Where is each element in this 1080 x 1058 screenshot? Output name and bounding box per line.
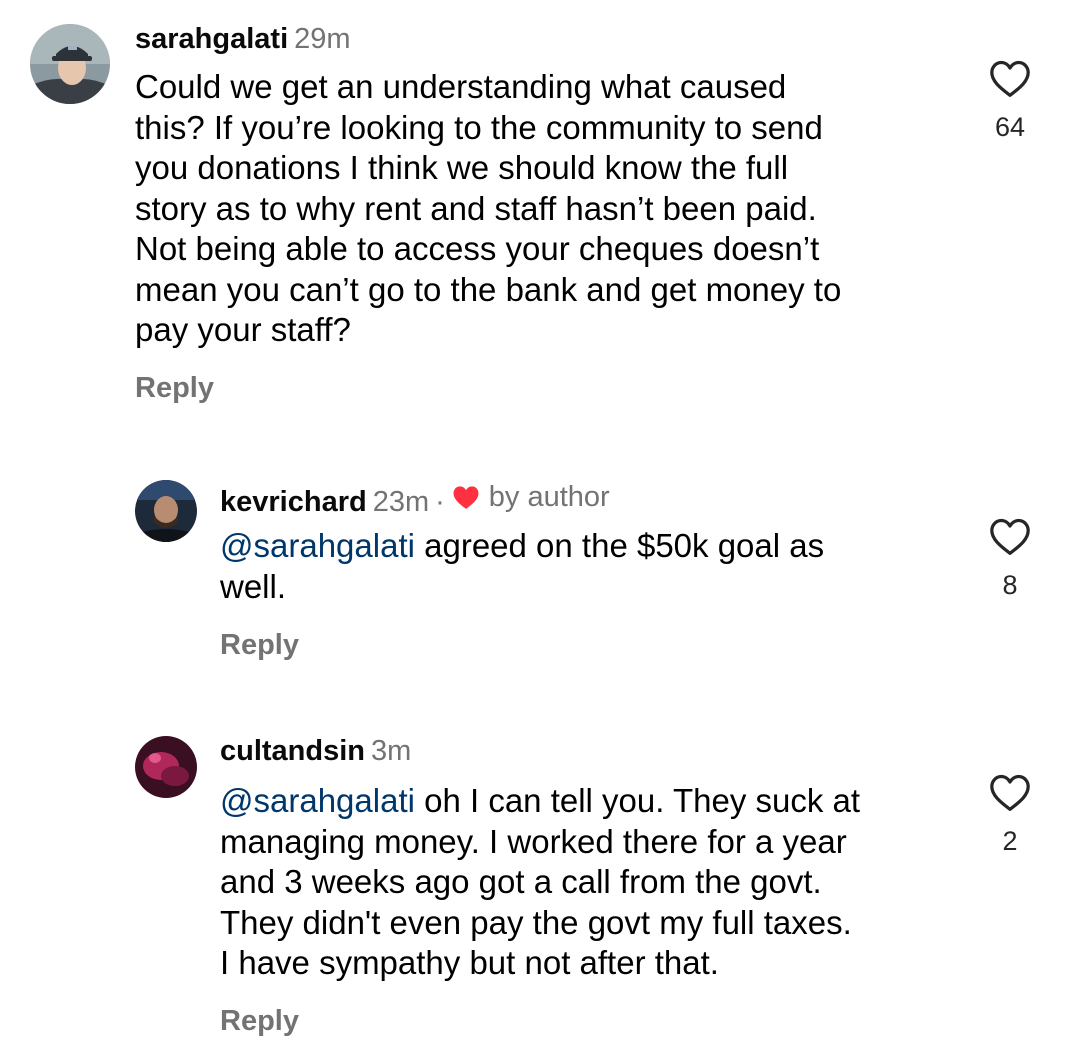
like-count: 64 <box>994 112 1026 142</box>
comment-line: I have sympathy but not after that. <box>220 944 719 981</box>
comment-line: well. <box>220 567 287 605</box>
username[interactable]: kevrichard <box>220 486 367 518</box>
mention-link[interactable]: @sarahgalati <box>220 782 415 819</box>
reply-kevrichard: kevrichard 23m · by author @sarahgalati agr… <box>0 440 1080 680</box>
timestamp: 29m <box>294 23 351 55</box>
reply-button[interactable]: Reply <box>220 628 299 662</box>
comment-line: oh I can tell you. They suck at <box>414 782 861 819</box>
comment-header: cultandsin 3m <box>220 733 411 769</box>
comment-line: agreed on the $50k goal as <box>414 527 825 564</box>
avatar[interactable] <box>30 24 110 104</box>
comment-header: sarahgalati 29m <box>135 21 351 57</box>
comment-text: @sarahgalati oh I can tell you. They suc… <box>220 781 860 984</box>
mention-link[interactable]: @sarahgalati <box>220 527 415 564</box>
like-count: 2 <box>1002 826 1018 856</box>
comment-header: kevrichard 23m · by author <box>220 479 610 520</box>
badge-label: by author <box>488 481 610 513</box>
heart-outline-icon[interactable] <box>988 58 1032 98</box>
reply-cultandsin: cultandsin 3m @sarahgalati oh I can tell … <box>0 700 1080 1058</box>
comment-line: and 3 weeks ago got a call from the govt… <box>220 863 822 900</box>
heart-filled-icon <box>453 486 479 509</box>
separator: · <box>435 486 445 518</box>
comment-line: Not being able to access your cheques do… <box>135 230 820 267</box>
reply-button[interactable]: Reply <box>220 1004 299 1038</box>
comment-line: you donations I think we should know the… <box>135 149 789 186</box>
avatar[interactable] <box>135 736 197 798</box>
like-area: 2 <box>980 772 1040 856</box>
comment-line: this? If you’re looking to the community… <box>135 108 823 146</box>
comment-line: They didn't even pay the govt my full ta… <box>220 903 852 941</box>
comment-line: story as to why rent and staff hasn’t be… <box>135 189 817 227</box>
comment-line: Could we get an understanding what cause… <box>135 68 787 105</box>
liked-by-author-badge: by author <box>451 479 610 515</box>
reply-button[interactable]: Reply <box>135 371 214 405</box>
username[interactable]: sarahgalati <box>135 23 288 55</box>
heart-outline-icon[interactable] <box>988 516 1032 556</box>
heart-outline-icon[interactable] <box>988 772 1032 812</box>
username[interactable]: cultandsin <box>220 735 365 767</box>
timestamp: 23m <box>372 486 430 518</box>
comment-line: mean you can’t go to the bank and get mo… <box>135 270 842 308</box>
comments-thread: sarahgalati 29m Could we get an understan… <box>0 0 1080 1058</box>
comment-text: @sarahgalati agreed on the $50k goal as … <box>220 526 824 607</box>
timestamp: 3m <box>371 735 412 767</box>
like-count: 8 <box>1002 570 1018 600</box>
like-area: 64 <box>980 58 1040 142</box>
comment-text: Could we get an understanding what cause… <box>135 67 841 351</box>
avatar[interactable] <box>135 480 197 542</box>
comment-line: managing money. I worked there for a yea… <box>220 822 847 860</box>
comment-sarahgalati: sarahgalati 29m Could we get an understan… <box>0 0 1080 430</box>
comment-line: pay your staff? <box>135 311 351 348</box>
like-area: 8 <box>980 516 1040 600</box>
